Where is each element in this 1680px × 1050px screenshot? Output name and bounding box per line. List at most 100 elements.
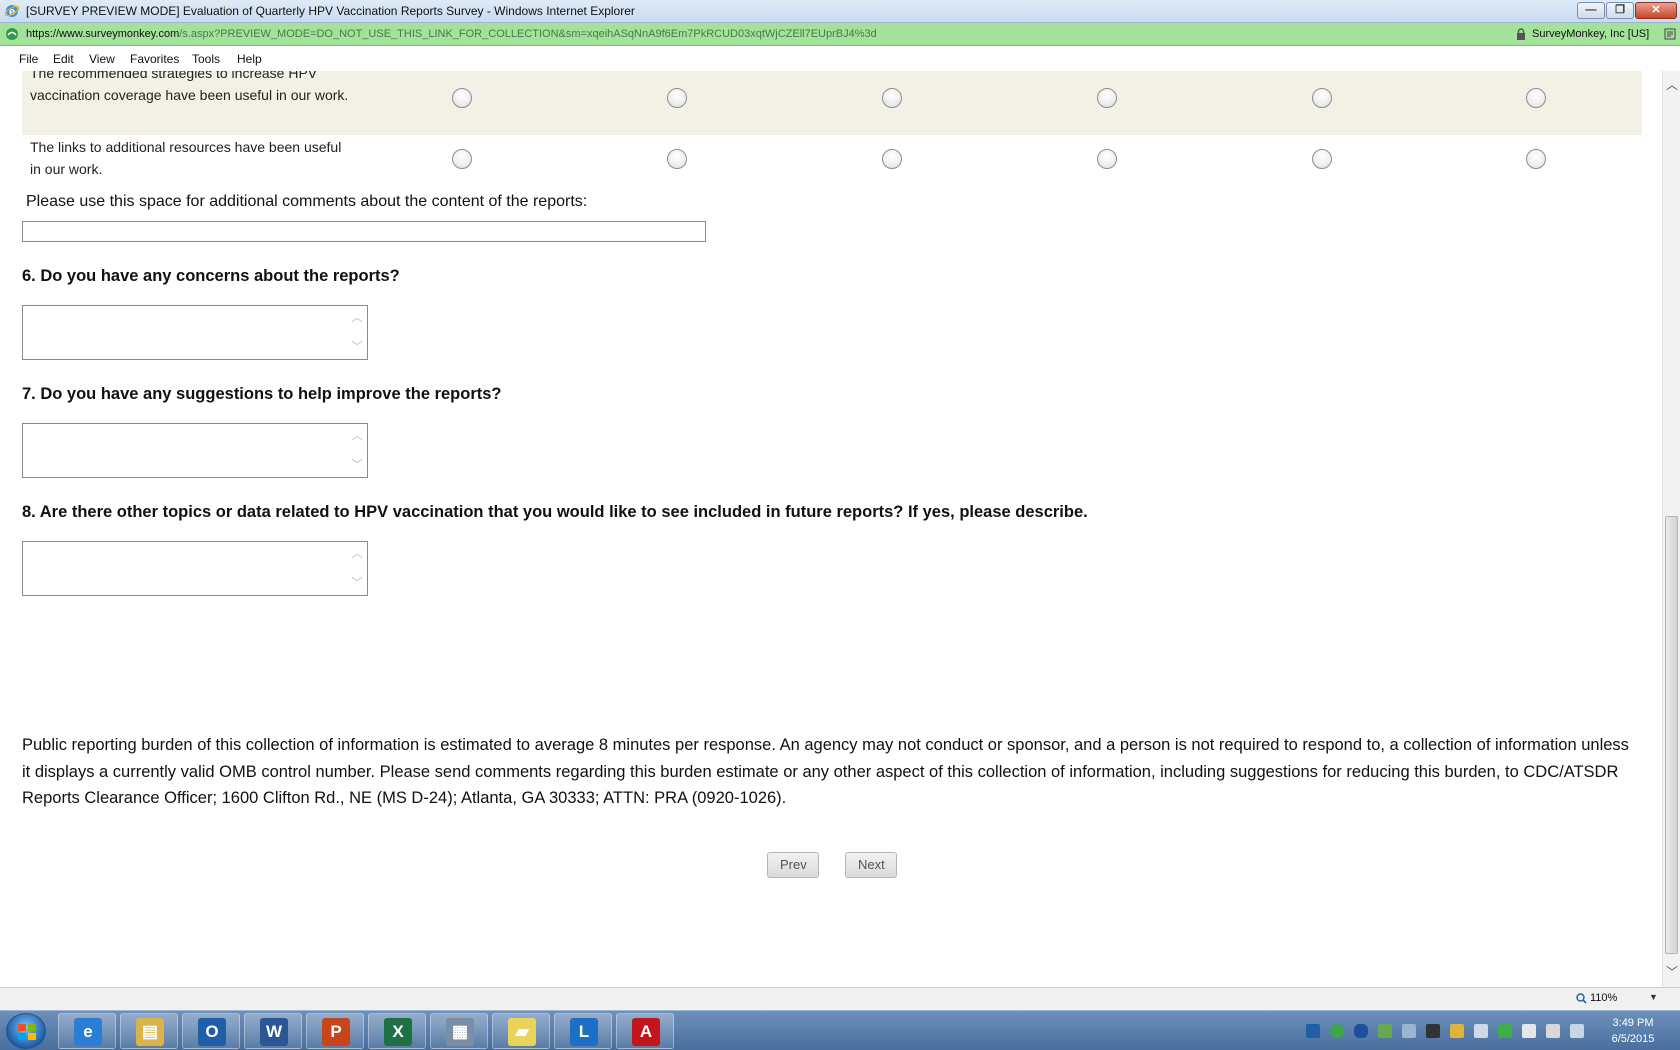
internet-explorer-icon: e [4, 5, 20, 18]
network-tray-icon[interactable] [1498, 1024, 1512, 1038]
minimize-icon: — [1585, 4, 1597, 16]
clock-time: 3:49 PM [1612, 1017, 1654, 1029]
powerpoint-icon: P [322, 1018, 350, 1046]
scroll-up-icon[interactable]: ︿ [350, 548, 364, 560]
scroll-up-arrow-icon[interactable]: ︿ [1663, 77, 1680, 93]
taskbar-sticky-notes-button[interactable]: ▰ [492, 1013, 550, 1049]
close-icon: ✕ [1651, 4, 1661, 16]
volume-tray-icon[interactable] [1570, 1024, 1584, 1038]
matrix-row-label: The recommended strategies to increase H… [30, 71, 349, 103]
url-scheme: https://www. [26, 28, 86, 40]
sticky-notes-icon: ▰ [508, 1018, 536, 1046]
system-clock[interactable]: 3:49 PM 6/5/2015 [1600, 1015, 1666, 1047]
taskbar-internet-explorer-button[interactable]: e [58, 1013, 116, 1049]
rating-radio[interactable] [1312, 88, 1332, 108]
matrix-row-label: The links to additional resources have b… [30, 139, 342, 177]
taskbar-calculator-button[interactable]: ▦ [430, 1013, 488, 1049]
taskbar-lync-button[interactable]: L [554, 1013, 612, 1049]
question-8-title: 8. Are there other topics or data relate… [22, 503, 1088, 521]
word-icon: W [260, 1018, 288, 1046]
restore-button[interactable]: ❐ [1606, 2, 1634, 19]
question-7-title: 7. Do you have any suggestions to help i… [22, 385, 502, 403]
sync-tray-icon[interactable] [1330, 1024, 1344, 1038]
power-tray-icon[interactable] [1546, 1024, 1560, 1038]
excel-icon: X [384, 1018, 412, 1046]
scroll-down-arrow-icon[interactable]: ﹀ [1663, 964, 1680, 980]
menu-file[interactable]: File [19, 52, 38, 66]
taskbar-word-button[interactable]: W [244, 1013, 302, 1049]
windows-logo-icon [18, 1024, 36, 1040]
scroll-down-icon[interactable]: ﹀ [350, 459, 364, 471]
taskbar-excel-button[interactable]: X [368, 1013, 426, 1049]
outlook-icon: O [198, 1018, 226, 1046]
rating-radio[interactable] [452, 88, 472, 108]
outlook-tray-icon[interactable] [1306, 1024, 1320, 1038]
prev-button[interactable]: Prev [767, 852, 819, 878]
rating-radio[interactable] [1097, 88, 1117, 108]
security-certificate-label[interactable]: SurveyMonkey, Inc [US] [1532, 28, 1649, 40]
status-bar: 110% ▼ [0, 987, 1680, 1010]
address-bar[interactable]: https://www.surveymonkey.com/s.aspx?PREV… [0, 23, 1680, 46]
lync-icon: L [570, 1018, 598, 1046]
rating-radio[interactable] [667, 88, 687, 108]
taskbar-outlook-button[interactable]: O [182, 1013, 240, 1049]
next-button[interactable]: Next [845, 852, 897, 878]
menu-tools[interactable]: Tools [192, 52, 220, 66]
rating-radio[interactable] [1312, 149, 1332, 169]
flag-tray-icon[interactable] [1522, 1024, 1536, 1038]
rating-radio[interactable] [667, 149, 687, 169]
clock-date: 6/5/2015 [1611, 1033, 1655, 1045]
menu-view[interactable]: View [89, 52, 115, 66]
additional-comments-label: Please use this space for additional com… [26, 193, 588, 210]
rating-radio[interactable] [882, 88, 902, 108]
taskbar: e ▤ O W P X ▦ ▰ L A 3:49 PM 6/5/2015 [0, 1010, 1680, 1050]
menu-edit[interactable]: Edit [53, 52, 74, 66]
additional-comments-input[interactable] [22, 221, 706, 242]
rating-radio[interactable] [1526, 149, 1546, 169]
zoom-level[interactable]: 110% [1590, 992, 1617, 1004]
url-text[interactable]: https://www.surveymonkey.com/s.aspx?PREV… [26, 28, 877, 40]
acrobat-icon: A [632, 1018, 660, 1046]
url-path: /s.aspx?PREVIEW_MODE=DO_NOT_USE_THIS_LIN… [179, 28, 877, 40]
zoom-dropdown-icon[interactable]: ▼ [1649, 992, 1658, 1002]
security-tray-icon[interactable] [1378, 1024, 1392, 1038]
rating-radio[interactable] [1097, 149, 1117, 169]
url-host: surveymonkey.com [85, 28, 180, 40]
rating-radio[interactable] [1526, 88, 1546, 108]
compatibility-view-icon[interactable] [1664, 28, 1676, 40]
question-6-title: 6. Do you have any concerns about the re… [22, 267, 400, 285]
zoom-icon[interactable] [1576, 993, 1587, 1004]
minimize-button[interactable]: — [1577, 2, 1605, 19]
scroll-down-icon[interactable]: ﹀ [350, 577, 364, 589]
menu-help[interactable]: Help [237, 52, 262, 66]
scrollbar-thumb[interactable] [1665, 516, 1678, 954]
internet-explorer-icon: e [74, 1018, 102, 1046]
vertical-scrollbar[interactable]: ︿ ﹀ [1662, 71, 1680, 987]
taskbar-acrobat-button[interactable]: A [616, 1013, 674, 1049]
scroll-down-icon[interactable]: ﹀ [350, 341, 364, 353]
start-button[interactable] [6, 1013, 46, 1049]
question-8-textarea[interactable]: ︿ ﹀ [22, 541, 368, 596]
close-button[interactable]: ✕ [1635, 2, 1677, 19]
scroll-up-icon[interactable]: ︿ [350, 430, 364, 442]
question-6-textarea[interactable]: ︿ ﹀ [22, 305, 368, 360]
file-explorer-icon: ▤ [136, 1018, 164, 1046]
question-7-textarea[interactable]: ︿ ﹀ [22, 423, 368, 478]
taskbar-powerpoint-button[interactable]: P [306, 1013, 364, 1049]
scroll-up-icon[interactable]: ︿ [350, 312, 364, 324]
calculator-icon: ▦ [446, 1018, 474, 1046]
display-tray-icon[interactable] [1426, 1024, 1440, 1038]
survey-page: The recommended strategies to increase H… [0, 71, 1662, 987]
bluetooth-tray-icon[interactable] [1354, 1024, 1368, 1038]
usb-tray-icon[interactable] [1402, 1024, 1416, 1038]
lock-tray-icon[interactable] [1450, 1024, 1464, 1038]
page-icon [6, 28, 18, 40]
rating-radio[interactable] [452, 149, 472, 169]
menu-favorites[interactable]: Favorites [130, 52, 179, 66]
taskbar-file-explorer-button[interactable]: ▤ [120, 1013, 178, 1049]
monitor-tray-icon[interactable] [1474, 1024, 1488, 1038]
paperwork-burden-statement: Public reporting burden of this collecti… [22, 736, 1629, 807]
rating-radio[interactable] [882, 149, 902, 169]
title-bar: e [SURVEY PREVIEW MODE] Evaluation of Qu… [0, 0, 1680, 23]
lock-icon[interactable] [1516, 28, 1526, 40]
